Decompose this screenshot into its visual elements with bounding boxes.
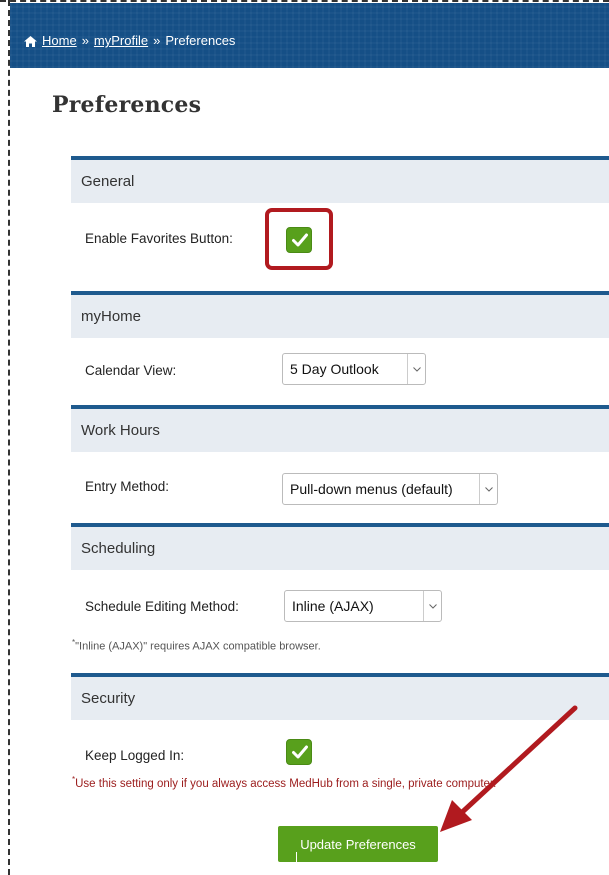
red-arrow-annotation	[440, 705, 578, 832]
